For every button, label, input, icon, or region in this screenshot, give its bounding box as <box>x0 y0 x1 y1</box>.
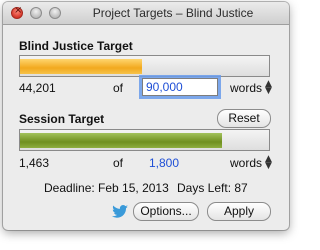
project-of-label: of <box>113 81 124 95</box>
options-button[interactable]: Options... <box>133 202 199 221</box>
window-title: Project Targets – Blind Justice <box>92 6 254 20</box>
project-target-input[interactable] <box>142 78 218 96</box>
close-window-button[interactable] <box>11 5 23 19</box>
reset-button[interactable]: Reset <box>217 109 271 128</box>
project-unit-stepper-icon[interactable]: ▲ ▼ <box>265 80 272 96</box>
project-current-words: 44,201 <box>19 81 56 95</box>
session-of-label: of <box>113 156 124 170</box>
twitter-bird-icon[interactable] <box>112 205 128 219</box>
minimize-window-button[interactable] <box>30 7 42 19</box>
session-progress-fill <box>20 133 222 148</box>
project-words-unit: words <box>230 81 263 95</box>
apply-button[interactable]: Apply <box>207 202 271 221</box>
title-bar[interactable]: Project Targets – Blind Justice <box>3 2 289 25</box>
session-current-words: 1,463 <box>19 156 50 170</box>
project-targets-window: Project Targets – Blind Justice Blind Ju… <box>3 2 289 230</box>
session-target-label: Session Target <box>19 112 105 126</box>
project-progress-bar <box>19 55 270 77</box>
project-progress-fill <box>20 59 142 74</box>
project-target-label: Blind Justice Target <box>19 39 133 53</box>
deadline-text: Deadline: Feb 15, 2013 <box>44 181 169 195</box>
days-left-text: Days Left: 87 <box>177 181 248 195</box>
zoom-window-button[interactable] <box>49 7 61 19</box>
session-unit-stepper-icon[interactable]: ▲ ▼ <box>265 155 272 171</box>
session-progress-bar <box>19 129 270 151</box>
session-target-value[interactable]: 1,800 <box>149 156 179 170</box>
session-words-unit: words <box>230 156 263 170</box>
